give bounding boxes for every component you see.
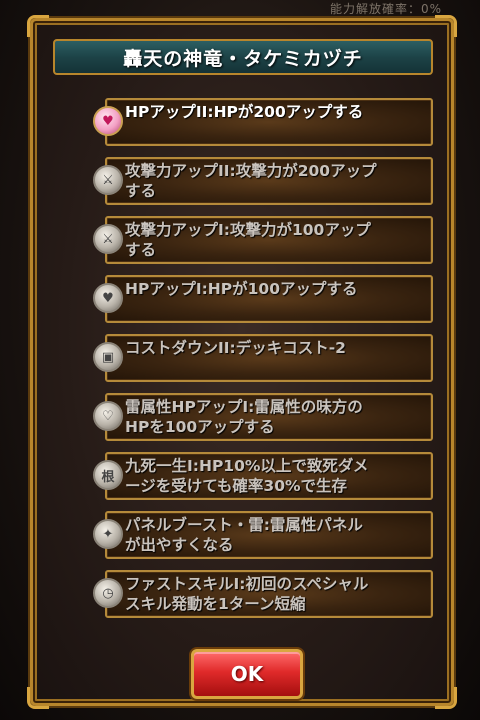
skill-row-2: ⚔ 攻撃力アップII:攻撃力が200アップ する	[93, 157, 433, 205]
heart-icon: ♥	[93, 106, 123, 136]
cost-icon: ▣	[93, 342, 123, 372]
frame-corner-ornament	[27, 687, 49, 709]
skill-description: 九死一生I:HP10%以上で致死ダメ ージを受けても確率30%で生存	[125, 457, 369, 495]
frame-corner-ornament	[435, 687, 457, 709]
skill-row-1: ♥ HPアップII:HPが200アップする	[93, 98, 433, 146]
skill-description: 攻撃力アップI:攻撃力が100アップ する	[125, 221, 371, 259]
skill-row-4: ♥ HPアップI:HPが100アップする	[93, 275, 433, 323]
background-status-text: 能力解放確率：0%	[329, 2, 442, 16]
skill-row-3: ⚔ 攻撃力アップI:攻撃力が100アップ する	[93, 216, 433, 264]
sword-icon: ⚔	[93, 165, 123, 195]
dialog-title: 轟天の神竜・タケミカヅチ	[53, 39, 433, 75]
skill-row-6: ♡ 雷属性HPアップI:雷属性の味方の HPを100アップする	[93, 393, 433, 441]
skill-description: コストダウンII:デッキコスト-2	[125, 339, 346, 357]
skill-description: ファストスキルI:初回のスペシャル スキル発動を1ターン短縮	[125, 575, 369, 613]
skill-row-8: ✦ パネルブースト・雷:雷属性パネル が出やすくなる	[93, 511, 433, 559]
skill-description: 攻撃力アップII:攻撃力が200アップ する	[125, 162, 377, 200]
skill-row-9: ◷ ファストスキルI:初回のスペシャル スキル発動を1ターン短縮	[93, 570, 433, 618]
skill-description: HPアップI:HPが100アップする	[125, 280, 358, 298]
heart-icon: ♥	[93, 283, 123, 313]
skill-description: パネルブースト・雷:雷属性パネル が出やすくなる	[125, 516, 363, 554]
thunder-heart-icon: ♡	[93, 401, 123, 431]
ok-button[interactable]: OK	[191, 649, 303, 699]
skill-description: HPアップII:HPが200アップする	[125, 103, 364, 121]
sword-icon: ⚔	[93, 224, 123, 254]
skill-description: 雷属性HPアップI:雷属性の味方の HPを100アップする	[125, 398, 363, 436]
skill-list-dialog: 轟天の神竜・タケミカヅチ ♥ HPアップII:HPが200アップする ⚔ 攻撃力…	[27, 15, 457, 709]
clock-icon: ◷	[93, 578, 123, 608]
skill-row-5: ▣ コストダウンII:デッキコスト-2	[93, 334, 433, 382]
frame-corner-ornament	[435, 15, 457, 37]
skill-row-7: 根 九死一生I:HP10%以上で致死ダメ ージを受けても確率30%で生存	[93, 452, 433, 500]
endure-icon: 根	[93, 460, 123, 490]
panel-icon: ✦	[93, 519, 123, 549]
frame-corner-ornament	[27, 15, 49, 37]
